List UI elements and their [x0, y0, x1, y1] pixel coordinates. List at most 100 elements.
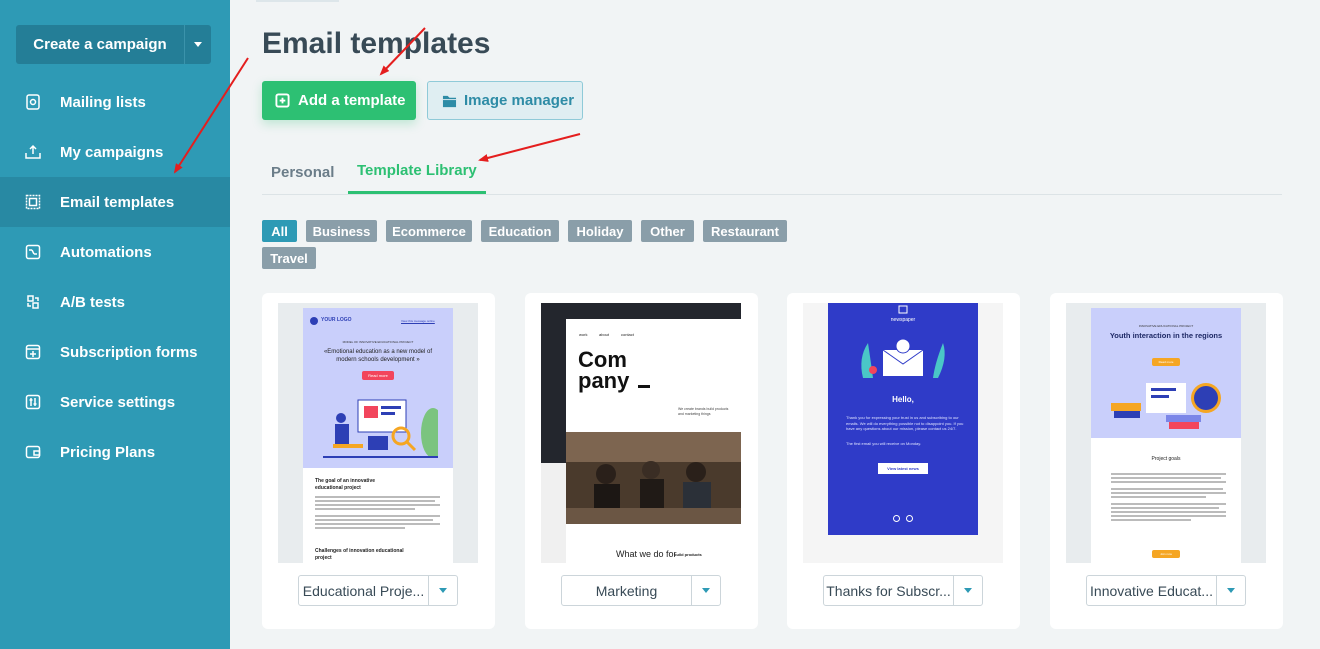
chevron-down-icon [439, 588, 447, 593]
template-card[interactable]: YOUR LOGO View this message online MODEL… [262, 293, 495, 629]
sidebar-item-service-settings[interactable]: Service settings [0, 377, 230, 427]
page-title: Email templates [262, 27, 491, 60]
settings-icon [25, 394, 41, 410]
template-dropdown-toggle[interactable] [692, 576, 720, 605]
preview-section-title: The goal of an innovative educational pr… [315, 478, 376, 491]
preview-button: Read more [1152, 358, 1180, 366]
filter-chip-restaurant[interactable]: Restaurant [703, 220, 787, 242]
template-icon [25, 194, 41, 210]
sidebar-item-label: A/B tests [60, 293, 126, 311]
filter-chip-other[interactable]: Other [641, 220, 694, 242]
preview-nav-item: contact [621, 332, 634, 337]
template-dropdown-toggle[interactable] [1217, 576, 1245, 605]
filter-chip-business[interactable]: Business [306, 220, 377, 242]
preview-eyebrow: MODEL OF INNOVATIVE EDUCATIONAL PROJECT [342, 340, 414, 344]
filter-chip-ecommerce[interactable]: Ecommerce [386, 220, 472, 242]
filter-chip-all[interactable]: All [262, 220, 297, 242]
tab-template-library[interactable]: Template Library [348, 150, 486, 194]
preview-view-online: View this message online [401, 319, 435, 323]
sidebar-item-label: Automations [60, 243, 152, 261]
preview-headline: pany [578, 368, 630, 393]
divider [256, 0, 339, 2]
add-template-button[interactable]: Add a template [262, 81, 416, 120]
social-icon [893, 515, 900, 522]
template-name[interactable]: Thanks for Subscr... [824, 576, 954, 605]
create-campaign-label[interactable]: Create a campaign [16, 25, 185, 64]
preview-headline: Youth interaction in the regions [1109, 331, 1223, 340]
preview-greeting: Hello, [892, 395, 914, 404]
template-preview[interactable]: newspaper Hello, Thank you for expressin… [803, 303, 1003, 563]
preview-button: Join now [1152, 550, 1180, 558]
template-select[interactable]: Educational Proje... [298, 575, 458, 606]
education-illustration [323, 399, 438, 458]
preview-brand: newspaper [890, 317, 916, 323]
template-dropdown-toggle[interactable] [954, 576, 982, 605]
sidebar-item-subscription-forms[interactable]: Subscription forms [0, 327, 230, 377]
preview-tagline: We create brands build products and mark… [678, 407, 729, 416]
newspaper-logo-icon [898, 305, 908, 314]
template-preview[interactable]: work about contact Com pany We create br… [541, 303, 741, 563]
preview-nav-item: about [599, 332, 610, 337]
template-preview[interactable]: YOUR LOGO View this message online MODEL… [278, 303, 478, 563]
sidebar-item-label: My campaigns [60, 143, 164, 161]
create-campaign-button[interactable]: Create a campaign [16, 25, 211, 64]
books-illustration [1111, 383, 1221, 429]
preview-headline: «Emotional education as a new model of m… [323, 349, 433, 363]
social-icon [906, 515, 913, 522]
chevron-down-icon [1227, 588, 1235, 593]
template-card[interactable]: INNOVATIVE EDUCATIONAL PROJECT Youth int… [1050, 293, 1283, 629]
sidebar-item-label: Service settings [60, 393, 176, 411]
preview-logo-text: YOUR LOGO [321, 317, 352, 323]
ab-test-icon [27, 295, 39, 309]
add-template-label: Add a template [298, 92, 406, 109]
preview-nav-item: work [579, 332, 588, 337]
wallet-icon [25, 445, 41, 459]
sidebar-item-email-templates[interactable]: Email templates [0, 177, 230, 227]
create-campaign-dropdown[interactable] [185, 25, 211, 64]
automation-icon [25, 244, 41, 260]
preview-body: The first email you will receive on Mond… [846, 441, 922, 446]
template-select[interactable]: Marketing [561, 575, 721, 606]
template-dropdown-toggle[interactable] [429, 576, 457, 605]
chevron-down-icon [194, 42, 202, 47]
chevron-down-icon [964, 588, 972, 593]
image-manager-button[interactable]: Image manager [427, 81, 583, 120]
team-photo [566, 432, 741, 524]
form-icon [25, 344, 41, 360]
main-content: Email templates Add a template Image man… [230, 0, 1320, 649]
template-card[interactable]: newspaper Hello, Thank you for expressin… [787, 293, 1020, 629]
preview-footer-text: What we do for [616, 549, 677, 559]
filter-chip-travel[interactable]: Travel [262, 247, 316, 269]
sidebar-item-pricing-plans[interactable]: Pricing Plans [0, 427, 230, 477]
sidebar-item-mailing-lists[interactable]: Mailing lists [0, 77, 230, 127]
sidebar: Create a campaign Mailing lists My campa… [0, 0, 230, 649]
mailing-list-icon [26, 94, 40, 110]
template-name[interactable]: Innovative Educat... [1087, 576, 1217, 605]
preview-section-title: Project goals [1151, 456, 1181, 462]
template-select[interactable]: Thanks for Subscr... [823, 575, 983, 606]
template-name[interactable]: Marketing [562, 576, 692, 605]
template-card[interactable]: work about contact Com pany We create br… [525, 293, 758, 629]
filter-chip-education[interactable]: Education [481, 220, 559, 242]
sidebar-item-label: Pricing Plans [60, 443, 156, 461]
tab-personal[interactable]: Personal [262, 150, 343, 194]
template-select[interactable]: Innovative Educat... [1086, 575, 1246, 606]
sidebar-item-label: Mailing lists [60, 93, 146, 111]
preview-eyebrow: INNOVATIVE EDUCATIONAL PROJECT [1138, 324, 1194, 328]
template-name[interactable]: Educational Proje... [299, 576, 429, 605]
template-preview[interactable]: INNOVATIVE EDUCATIONAL PROJECT Youth int… [1066, 303, 1266, 563]
sidebar-item-my-campaigns[interactable]: My campaigns [0, 127, 230, 177]
filter-chip-holiday[interactable]: Holiday [568, 220, 632, 242]
preview-body: Thank you for expressing your trust in u… [846, 415, 964, 431]
sidebar-item-label: Subscription forms [60, 343, 198, 361]
template-tabs: Personal Template Library [262, 150, 1282, 195]
preview-footer-text: build products [674, 552, 702, 557]
sidebar-item-label: Email templates [60, 193, 175, 211]
folder-icon [442, 95, 457, 107]
sidebar-item-automations[interactable]: Automations [0, 227, 230, 277]
campaign-icon [25, 144, 41, 159]
logo-icon [310, 317, 318, 325]
sidebar-item-ab-tests[interactable]: A/B tests [0, 277, 230, 327]
chevron-down-icon [702, 588, 710, 593]
preview-button: Read more [362, 371, 394, 380]
